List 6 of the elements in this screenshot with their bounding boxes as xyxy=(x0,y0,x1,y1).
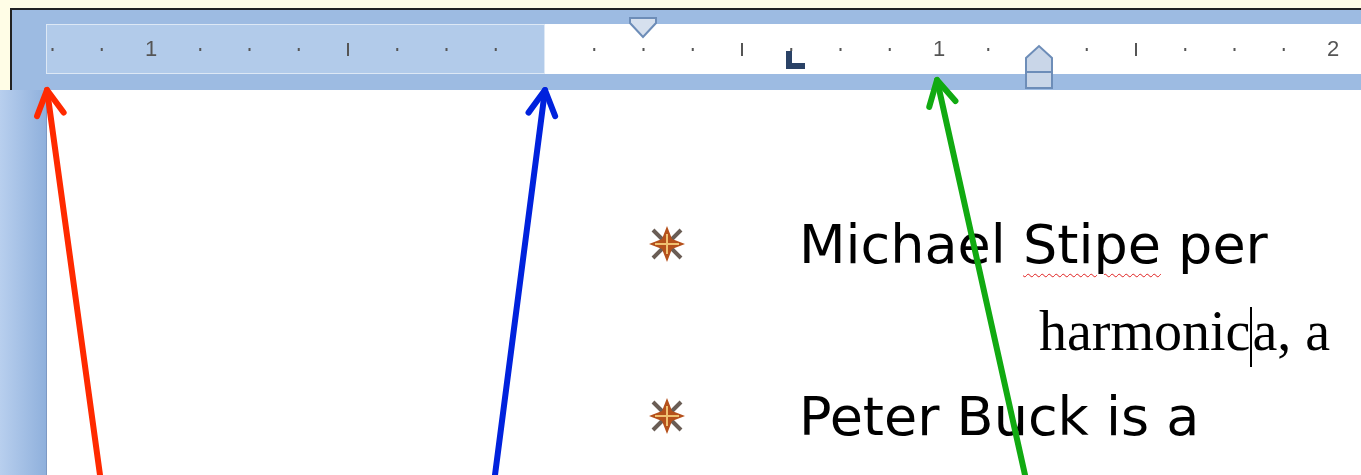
tab-stop-icon[interactable] xyxy=(784,51,806,71)
ruler-number: 1 xyxy=(143,36,159,62)
first-line-indent-icon[interactable] xyxy=(628,16,658,40)
ruler-number: 2 xyxy=(1325,36,1341,62)
bullet-text: harmonica, a xyxy=(799,288,1331,374)
ruler-number: 1 xyxy=(931,36,947,62)
